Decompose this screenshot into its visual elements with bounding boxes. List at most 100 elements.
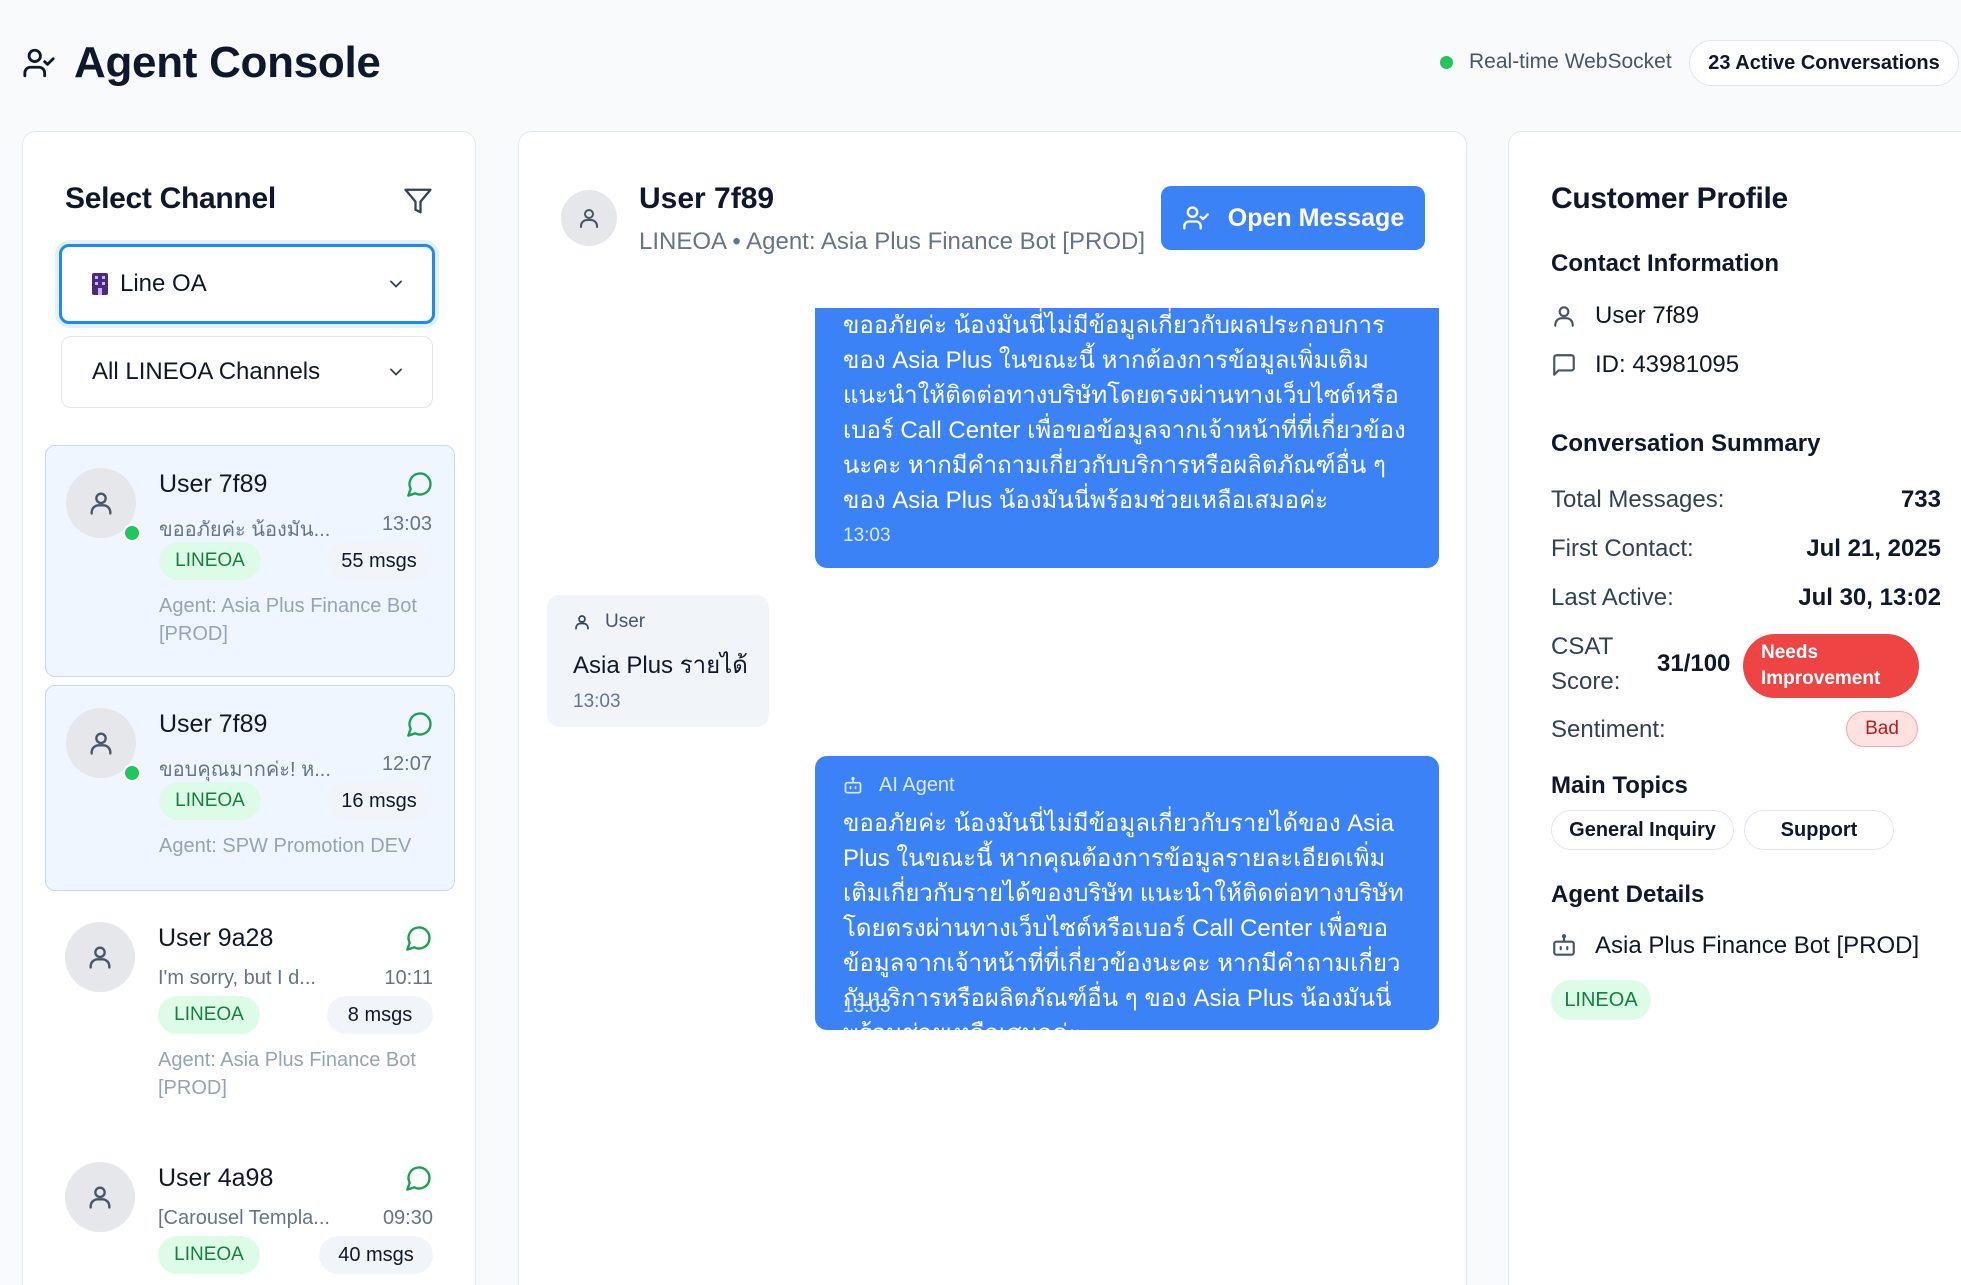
- channel-tag: LINEOA: [158, 1236, 260, 1274]
- message-circle-icon: [405, 1164, 433, 1192]
- contact-user-name: User 7f89: [1595, 302, 1700, 329]
- contact-id: ID: 43981095: [1551, 351, 1739, 379]
- summary-heading: Conversation Summary: [1551, 430, 1821, 457]
- csat-label: CSAT: [1551, 633, 1614, 660]
- message-sender-label: AI Agent: [879, 774, 955, 796]
- message-time: 13:03: [843, 525, 891, 546]
- conversation-preview: ขอบคุณมากค่ะ! ห...: [159, 759, 331, 781]
- message-text: ขออภัยค่ะ น้องมันนี่ไม่มีข้อมูลเกี่ยวกับ…: [843, 312, 1406, 514]
- message-count-badge: 55 msgs: [326, 542, 432, 580]
- websocket-status: Real-time WebSocket: [1440, 50, 1672, 74]
- agent-details-heading: Agent Details: [1551, 881, 1705, 908]
- message-text: Asia Plus รายได้: [573, 652, 748, 679]
- conversation-item[interactable]: User 9a28 I'm sorry, but I d... 10:11 LI…: [45, 900, 455, 1132]
- channel-select[interactable]: All LINEOA Channels: [61, 336, 433, 408]
- contact-heading: Contact Information: [1551, 250, 1779, 277]
- conversation-time: 10:11: [384, 967, 433, 989]
- message-sender: AI Agent: [843, 774, 955, 797]
- user-icon: [1551, 303, 1581, 329]
- conversation-user-name: User 7f89: [159, 710, 268, 738]
- first-contact-label: First Contact:: [1551, 535, 1694, 562]
- message-circle-icon: [406, 470, 434, 498]
- topic-tag: General Inquiry: [1551, 810, 1734, 850]
- channel-tag: LINEOA: [159, 782, 261, 820]
- chat-subtitle: LINEOA • Agent: Asia Plus Finance Bot [P…: [639, 228, 1145, 255]
- sentiment-badge: Bad: [1846, 711, 1918, 747]
- contact-id-value: ID: 43981095: [1595, 351, 1740, 378]
- message-count-badge: 8 msgs: [327, 996, 433, 1034]
- conversation-agent: Agent: Asia Plus Finance Bot [PROD]: [158, 1049, 416, 1099]
- total-messages-label: Total Messages:: [1551, 486, 1725, 513]
- message-count-badge: 40 msgs: [319, 1236, 433, 1274]
- app-header: Agent Console Real-time WebSocket 23 Act…: [0, 0, 1961, 126]
- channel-panel: Select Channel Line OA All LINEOA Channe…: [22, 131, 476, 1285]
- bot-message: ขออภัยค่ะ น้องมันนี่ไม่มีข้อมูลเกี่ยวกับ…: [815, 308, 1439, 568]
- avatar: [561, 190, 617, 246]
- csat-score-value: 31/100: [1657, 650, 1731, 677]
- conversation-time: 12:07: [381, 753, 432, 775]
- conversation-time: 13:03: [381, 513, 432, 535]
- agent-details-name: Asia Plus Finance Bot [PROD]: [1551, 932, 1919, 960]
- channel-select-value: All LINEOA Channels: [92, 358, 321, 385]
- chat-panel: User 7f89 LINEOA • Agent: Asia Plus Fina…: [518, 131, 1467, 1285]
- platform-select[interactable]: Line OA: [59, 244, 435, 324]
- user-check-icon: [22, 46, 56, 80]
- websocket-status-label: Real-time WebSocket: [1469, 50, 1672, 73]
- page-title: Agent Console: [74, 38, 381, 87]
- channel-panel-title: Select Channel: [65, 182, 276, 215]
- csat-badge-line2: Improvement: [1761, 668, 1881, 689]
- first-contact-value: Jul 21, 2025: [1806, 535, 1941, 562]
- conversation-preview: I'm sorry, but I d...: [158, 967, 316, 989]
- conversation-time: 09:30: [382, 1207, 433, 1229]
- topic-tag: Support: [1744, 810, 1894, 850]
- chat-user-name: User 7f89: [639, 182, 775, 215]
- user-icon: [575, 615, 589, 630]
- chevron-down-icon: [386, 362, 406, 382]
- brand: Agent Console: [22, 38, 381, 88]
- conversation-item[interactable]: User 7f89 ขอบคุณมากค่ะ! ห... 12:07 LINEO…: [45, 685, 455, 891]
- conversation-user-name: User 9a28: [158, 924, 274, 952]
- open-message-label: Open Message: [1227, 203, 1405, 232]
- total-messages-value: 733: [1900, 486, 1941, 513]
- sentiment-label: Sentiment:: [1551, 716, 1666, 743]
- line-oa-icon: [92, 273, 108, 295]
- message-sender-label: User: [605, 611, 646, 632]
- bot-icon: [844, 776, 862, 793]
- conversation-item[interactable]: User 4a98 [Carousel Templa... 09:30 LINE…: [45, 1140, 455, 1285]
- agent-name-value: Asia Plus Finance Bot [PROD]: [1595, 932, 1920, 959]
- conversation-user-name: User 4a98: [158, 1164, 274, 1192]
- message-sender: User: [573, 611, 645, 633]
- user-check-icon: [1182, 204, 1210, 232]
- message-circle-icon: [406, 710, 434, 738]
- active-conversations-badge: 23 Active Conversations: [1689, 40, 1959, 86]
- conversation-agent: Agent: Asia Plus Finance Bot [PROD]: [159, 595, 417, 645]
- open-message-button[interactable]: Open Message: [1161, 186, 1425, 250]
- contact-user: User 7f89: [1551, 302, 1699, 330]
- channel-tag: LINEOA: [158, 996, 260, 1034]
- filter-icon[interactable]: [403, 186, 433, 216]
- platform-select-value: Line OA: [120, 270, 207, 297]
- user-message: User Asia Plus รายได้ 13:03: [547, 595, 769, 727]
- online-indicator: [123, 524, 141, 542]
- customer-profile-panel: Customer Profile Contact Information Use…: [1508, 131, 1961, 1285]
- bot-icon: [1551, 933, 1581, 959]
- profile-title: Customer Profile: [1551, 182, 1788, 215]
- message-circle-icon: [405, 924, 433, 952]
- chevron-down-icon: [386, 274, 406, 294]
- channel-tag: LINEOA: [159, 542, 261, 580]
- conversation-preview: ขออภัยค่ะ น้องมัน...: [159, 519, 331, 541]
- csat-badge-line1: Needs: [1761, 642, 1819, 663]
- message-count-badge: 16 msgs: [326, 782, 432, 820]
- message-time: 13:03: [573, 691, 621, 712]
- conversation-agent: Agent: SPW Promotion DEV: [159, 835, 412, 857]
- last-active-label: Last Active:: [1551, 584, 1674, 611]
- conversation-item[interactable]: User 7f89 ขออภัยค่ะ น้องมัน... 13:03 LIN…: [45, 445, 455, 677]
- message-time: 13:03: [843, 996, 891, 1017]
- online-indicator: [123, 764, 141, 782]
- bot-message: AI Agent ขออภัยค่ะ น้องมันนี่ไม่มีข้อมูล…: [815, 756, 1439, 1047]
- csat-label-line2: Score:: [1551, 668, 1621, 695]
- message-text: ขออภัยค่ะ น้องมันนี่ไม่มีข้อมูลเกี่ยวกับ…: [843, 810, 1404, 1047]
- csat-status-badge: Needs Improvement: [1743, 634, 1919, 698]
- avatar: [65, 922, 135, 992]
- last-active-value: Jul 30, 13:02: [1798, 584, 1941, 611]
